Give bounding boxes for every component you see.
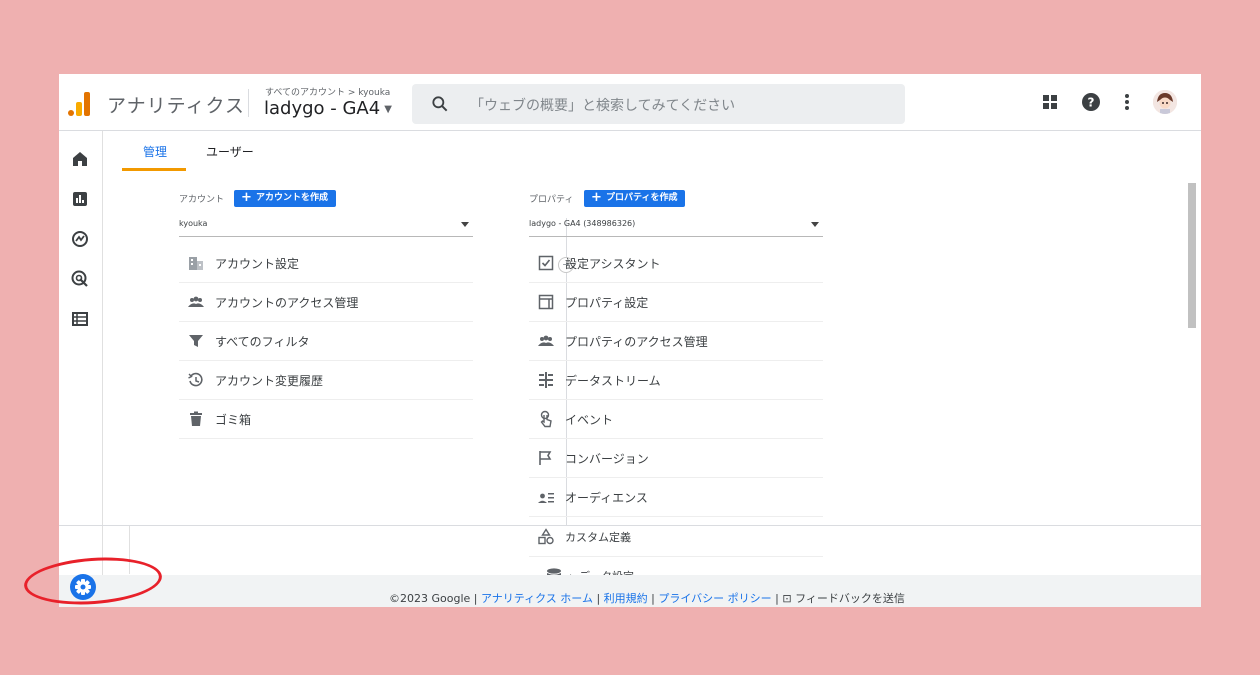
create-property-label: プロパティを作成: [606, 193, 678, 203]
conversions-label: コンバージョン: [565, 452, 649, 466]
list-icon[interactable]: [70, 309, 90, 329]
custom-definitions-label: カスタム定義: [565, 531, 631, 544]
audience-icon: [538, 493, 554, 503]
analytics-window: アナリティクス すべてのアカウント > kyouka ladygo - GA4 ▼…: [59, 74, 1201, 607]
account-select[interactable]: kyouka: [179, 216, 473, 237]
avatar[interactable]: [1153, 90, 1177, 114]
apps-grid-icon[interactable]: [1040, 92, 1060, 112]
caret-down-icon: ▼: [384, 103, 392, 115]
property-select[interactable]: ladygo - GA4 (348986326): [529, 216, 823, 237]
trash-item[interactable]: ゴミ箱: [179, 399, 473, 439]
property-selected: ladygo - GA4 (348986326): [529, 219, 636, 228]
help-icon[interactable]: ?: [1081, 92, 1101, 112]
custom-definitions-item[interactable]: カスタム定義: [529, 517, 823, 557]
account-selected: kyouka: [179, 219, 208, 228]
account-label: アカウント: [179, 195, 225, 205]
setup-assistant-label: 設定アシスタント: [565, 257, 661, 271]
all-filters-label: すべてのフィルタ: [215, 335, 310, 349]
feedback-link[interactable]: フィードバックを送信: [795, 592, 905, 605]
search-bar[interactable]: 「ウェブの概要」と検索してみてください: [412, 84, 905, 124]
data-streams-item[interactable]: データストリーム: [529, 360, 823, 400]
search-icon: [432, 96, 448, 112]
feedback-icon: ⊡: [782, 592, 792, 605]
flag-icon: [539, 451, 552, 465]
plus-icon: +: [241, 190, 252, 205]
account-history-item[interactable]: アカウント変更履歴: [179, 360, 473, 400]
analytics-logo-icon[interactable]: [68, 92, 90, 116]
property-settings-label: プロパティ設定: [565, 296, 649, 310]
reports-icon[interactable]: [70, 189, 90, 209]
window-icon: [538, 294, 554, 310]
create-account-label: アカウントを作成: [256, 193, 329, 203]
property-label: プロパティ: [529, 195, 574, 205]
create-account-button[interactable]: + アカウントを作成: [234, 190, 337, 207]
dropdown-arrow-icon: [811, 222, 819, 227]
svg-text:?: ?: [1088, 96, 1095, 110]
audiences-label: オーディエンス: [565, 491, 648, 505]
terms-link[interactable]: 利用規約: [604, 592, 648, 605]
shapes-icon: [538, 528, 554, 545]
people-icon: [538, 335, 554, 346]
create-property-button[interactable]: + プロパティを作成: [584, 190, 686, 207]
footer: ©2023 Google | アナリティクス ホーム | 利用規約 | プライバ…: [59, 575, 1201, 607]
events-label: イベント: [565, 413, 614, 427]
tab-admin[interactable]: 管理: [143, 143, 167, 160]
scrollbar-thumb[interactable]: [1188, 183, 1196, 328]
account-settings-item[interactable]: アカウント設定: [179, 243, 473, 283]
data-streams-label: データストリーム: [565, 374, 661, 388]
trash-icon: [190, 411, 202, 426]
property-name: ladygo - GA4: [264, 98, 381, 119]
explore-icon[interactable]: [70, 229, 90, 249]
history-icon: [188, 372, 203, 387]
home-icon[interactable]: [70, 149, 90, 169]
privacy-link[interactable]: プライバシー ポリシー: [658, 592, 771, 605]
audiences-item[interactable]: オーディエンス: [529, 477, 823, 517]
app-title: アナリティクス: [107, 95, 245, 117]
tab-user[interactable]: ユーザー: [206, 143, 254, 160]
copyright: ©2023 Google: [389, 592, 471, 605]
property-access-item[interactable]: プロパティのアクセス管理: [529, 321, 823, 361]
breadcrumb[interactable]: すべてのアカウント > kyouka: [265, 85, 390, 98]
touch-icon: [540, 410, 552, 428]
plus-icon: +: [591, 190, 602, 205]
account-access-label: アカウントのアクセス管理: [215, 296, 359, 310]
account-history-label: アカウント変更履歴: [215, 374, 324, 388]
footer-text: ©2023 Google | アナリティクス ホーム | 利用規約 | プライバ…: [389, 592, 905, 605]
top-bar: アナリティクス すべてのアカウント > kyouka ladygo - GA4 ▼…: [59, 74, 1201, 131]
property-access-label: プロパティのアクセス管理: [565, 335, 708, 349]
checkbox-icon: [538, 255, 554, 271]
filter-icon: [189, 335, 203, 347]
account-access-item[interactable]: アカウントのアクセス管理: [179, 282, 473, 322]
admin-tabs: 管理 ユーザー: [103, 131, 1201, 171]
conversions-item[interactable]: コンバージョン: [529, 438, 823, 478]
more-vert-icon[interactable]: [1117, 92, 1137, 112]
property-settings-item[interactable]: プロパティ設定: [529, 282, 823, 322]
trash-label: ゴミ箱: [215, 413, 252, 427]
header-divider: [248, 89, 249, 117]
building-icon: [189, 257, 203, 270]
streams-icon: [539, 372, 553, 388]
analytics-home-link[interactable]: アナリティクス ホーム: [481, 592, 593, 605]
advertising-icon[interactable]: [70, 269, 90, 289]
property-selector[interactable]: ladygo - GA4 ▼: [264, 98, 392, 119]
account-settings-label: アカウント設定: [215, 257, 300, 271]
admin-content: アカウント + アカウントを作成 kyouka アカウント設定 アカウントのアクセ…: [123, 171, 1196, 525]
people-icon: [188, 296, 204, 307]
events-item[interactable]: イベント: [529, 399, 823, 439]
all-filters-item[interactable]: すべてのフィルタ: [179, 321, 473, 361]
dropdown-arrow-icon: [461, 222, 469, 227]
setup-assistant-item[interactable]: 設定アシスタント: [529, 243, 823, 283]
search-placeholder: 「ウェブの概要」と検索してみてください: [470, 98, 736, 114]
